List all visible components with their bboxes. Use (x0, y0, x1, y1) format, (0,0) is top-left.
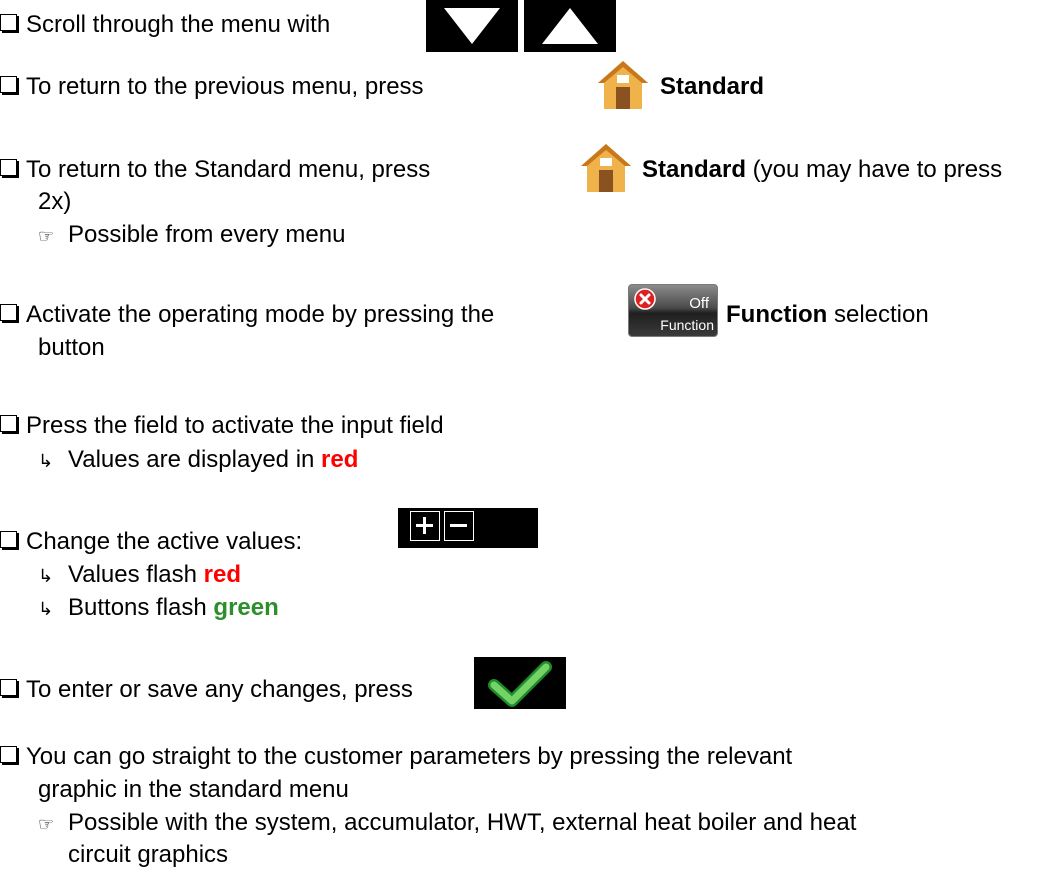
pointing-hand-icon: ☞ (38, 226, 55, 247)
scroll-up-button[interactable] (524, 0, 616, 52)
instruction-suffix: selection (827, 301, 929, 328)
instruction-text: Activate the operating mode by pressing … (26, 301, 495, 328)
instruction-tail: Standard (you may have to press (642, 155, 1002, 185)
instruction-continuation: graphic in the standard menu (38, 776, 349, 803)
instruction-text: To enter or save any changes, press (26, 676, 413, 703)
home-button[interactable] (579, 142, 633, 201)
x-circle-icon (634, 288, 656, 310)
hint-text: Possible from every menu (68, 221, 346, 248)
checkbox-icon (0, 531, 17, 549)
instruction-text: Press the field to activate the input fi… (26, 412, 444, 439)
instruction-continuation: 2x) (38, 188, 72, 215)
instruction-standard-menu: To return to the Standard menu, press (0, 155, 430, 185)
function-state: Off (689, 295, 709, 312)
hint-note: ☞ Possible from every menu (38, 220, 345, 252)
checkbox-icon (0, 14, 17, 32)
function-bold-label: Function (726, 301, 828, 328)
house-icon (581, 144, 631, 192)
instruction-text: To return to the previous menu, press (26, 73, 424, 100)
standard-label: Standard (642, 156, 747, 183)
instruction-input-field: Press the field to activate the input fi… (0, 411, 444, 441)
green-word: green (213, 594, 279, 621)
triangle-up-icon (542, 8, 598, 44)
instruction-text: To return to the Standard menu, press (26, 156, 431, 183)
hint-text: Possible with the system, accumulator, H… (68, 809, 857, 836)
checkbox-icon (0, 159, 17, 177)
confirm-button[interactable] (474, 657, 566, 709)
home-button[interactable] (596, 59, 650, 118)
function-selection-button[interactable]: Off Function (628, 284, 718, 337)
hint-note: ☞ Possible with the system, accumulator, … (38, 808, 856, 840)
plus-minus-buttons (398, 508, 538, 548)
result-text: Values are displayed in (68, 446, 322, 473)
instruction-continuation: button (38, 334, 105, 361)
standard-label: Standard (660, 73, 765, 100)
instruction-save: To enter or save any changes, press (0, 675, 413, 705)
instruction-text: You can go straight to the customer para… (26, 743, 793, 770)
checkmark-icon (488, 661, 552, 707)
red-word: red (321, 446, 359, 473)
instruction-function: Activate the operating mode by pressing … (0, 300, 494, 330)
arrow-result-icon: ↳ (38, 566, 54, 587)
instruction-scroll: Scroll through the menu with (0, 10, 330, 40)
arrow-result-icon: ↳ (38, 599, 54, 620)
checkbox-icon (0, 76, 17, 94)
function-label: Function (660, 317, 714, 333)
house-icon (598, 61, 648, 109)
hint-continuation: circuit graphics (68, 841, 229, 868)
result-text: Buttons flash (68, 594, 214, 621)
red-word: red (203, 561, 241, 588)
instruction-change-values: Change the active values: (0, 527, 302, 557)
instruction-tail: Function selection (726, 300, 929, 330)
checkbox-icon (0, 304, 17, 322)
result-note: ↳ Buttons flash green (38, 593, 279, 625)
plus-icon (416, 517, 433, 534)
result-note: ↳ Values are displayed in red (38, 445, 358, 477)
pointing-hand-icon: ☞ (38, 814, 55, 835)
checkbox-icon (0, 679, 17, 697)
instruction-text: Change the active values: (26, 528, 303, 555)
plus-button[interactable] (410, 511, 440, 541)
instruction-customer-parameters: You can go straight to the customer para… (0, 742, 792, 772)
minus-button[interactable] (444, 511, 474, 541)
result-note: ↳ Values flash red (38, 560, 241, 592)
scroll-down-button[interactable] (426, 0, 518, 52)
instruction-suffix: (you may have to press (746, 156, 1003, 183)
checkbox-icon (0, 746, 17, 764)
triangle-down-icon (444, 8, 500, 44)
instruction-previous-menu: To return to the previous menu, press (0, 72, 424, 102)
instruction-text: Scroll through the menu with (26, 11, 331, 38)
result-text: Values flash (68, 561, 204, 588)
minus-icon (450, 524, 467, 527)
arrow-result-icon: ↳ (38, 451, 54, 472)
checkbox-icon (0, 415, 17, 433)
